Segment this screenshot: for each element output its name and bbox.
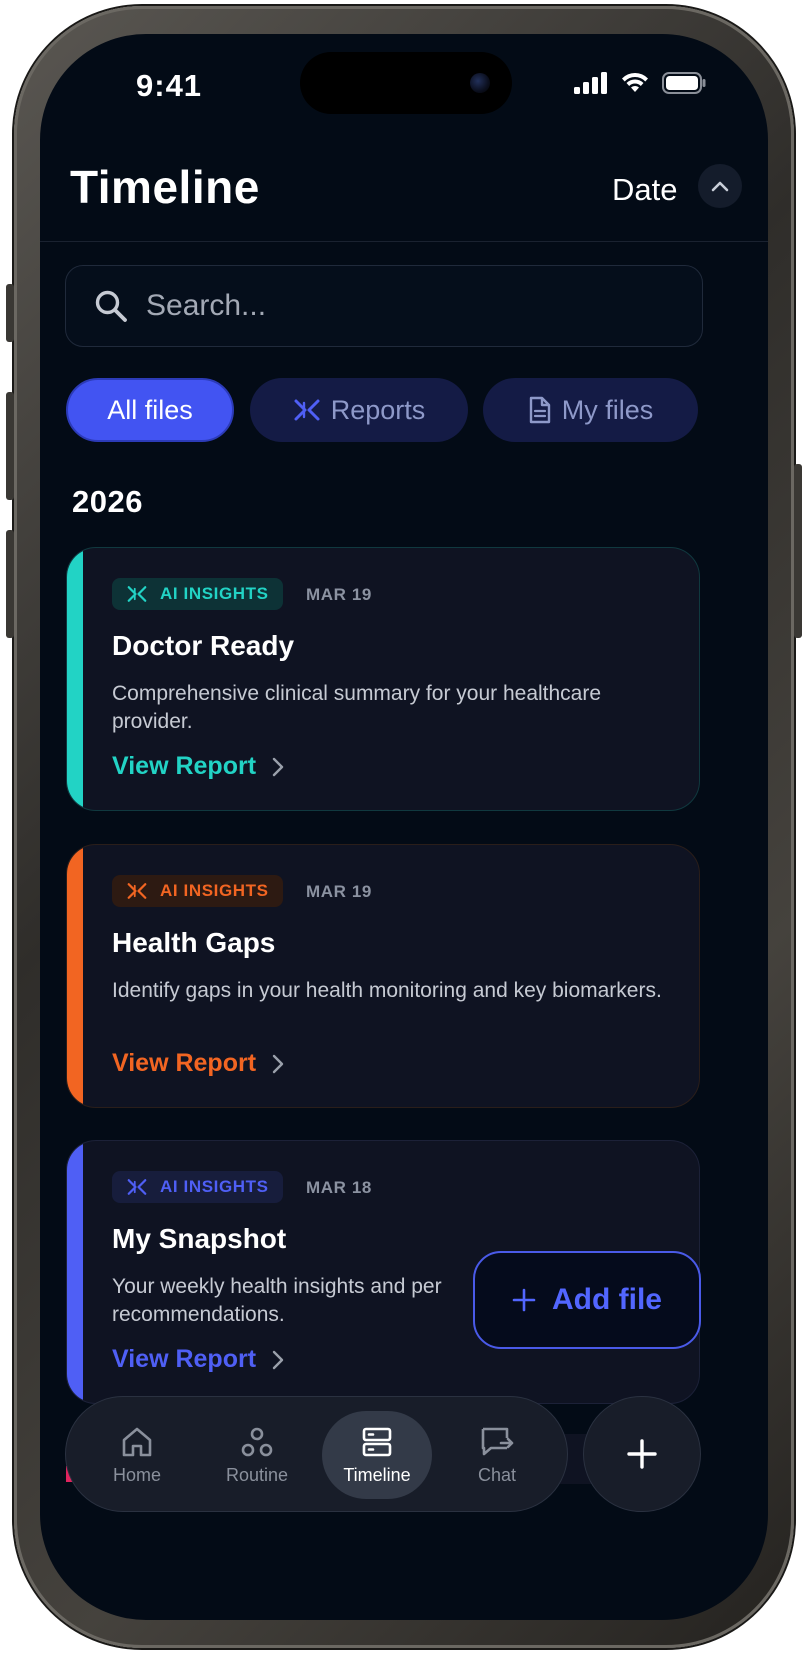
- floating-add-button[interactable]: [583, 1396, 701, 1512]
- tab-routine[interactable]: Routine: [201, 1397, 313, 1513]
- camera-icon: [470, 73, 490, 93]
- insights-icon: [294, 399, 320, 421]
- tab-bar: Home Routine Timeline Chat: [65, 1396, 568, 1512]
- card-accent: [67, 548, 83, 810]
- signal-icon: [574, 72, 607, 94]
- home-icon: [122, 1427, 152, 1456]
- view-report-link[interactable]: View Report: [112, 1345, 284, 1374]
- tab-timeline[interactable]: Timeline: [321, 1397, 433, 1513]
- battery-icon: [662, 72, 706, 94]
- report-card-health-gaps[interactable]: AI INSIGHTS MAR 19 Health Gaps Identify …: [66, 844, 700, 1108]
- card-title: My Snapshot: [112, 1223, 287, 1254]
- routine-icon: [241, 1427, 273, 1456]
- search-placeholder: Search...: [146, 289, 267, 322]
- tab-home[interactable]: Home: [81, 1397, 193, 1513]
- year-heading: 2026: [72, 484, 143, 519]
- plus-icon: [627, 1439, 657, 1469]
- status-time: 9:41: [136, 68, 203, 103]
- status-icons: [574, 72, 706, 94]
- card-date: MAR 19: [306, 585, 372, 604]
- tab-label: Chat: [477, 1464, 517, 1485]
- insights-icon: [127, 883, 147, 899]
- card-accent: [67, 845, 83, 1107]
- sort-toggle-button[interactable]: [698, 164, 742, 208]
- card-date: MAR 18: [306, 1178, 372, 1197]
- view-report-link[interactable]: View Report: [112, 752, 284, 781]
- badge-label: AI INSIGHTS: [160, 1177, 269, 1196]
- filter-label: Reports: [330, 394, 426, 425]
- timeline-icon: [362, 1427, 392, 1456]
- dynamic-island: [300, 52, 512, 114]
- document-icon: [529, 396, 550, 424]
- plus-icon: [512, 1288, 536, 1312]
- volume-down-button: [6, 530, 14, 638]
- card-title: Doctor Ready: [112, 630, 295, 661]
- link-label: View Report: [112, 1345, 257, 1373]
- ai-insights-badge: AI INSIGHTS: [112, 578, 283, 610]
- card-title: Health Gaps: [112, 927, 276, 958]
- card-date: MAR 19: [306, 882, 372, 901]
- wifi-icon: [622, 72, 648, 92]
- card-description: Identify gaps in your health monitoring …: [112, 979, 662, 1002]
- action-button: [6, 284, 14, 342]
- badge-label: AI INSIGHTS: [160, 584, 269, 603]
- chevron-right-icon: [272, 757, 284, 776]
- tab-label: Timeline: [343, 1464, 411, 1485]
- chevron-right-icon: [272, 1350, 284, 1369]
- view-report-link[interactable]: View Report: [112, 1049, 284, 1078]
- screen: 9:41 Timeline Date Search... All files R…: [40, 34, 768, 1620]
- search-icon: [94, 289, 128, 323]
- page-title: Timeline: [70, 161, 260, 213]
- card-description: Comprehensive clinical summary for your …: [112, 682, 602, 733]
- tab-chat[interactable]: Chat: [441, 1397, 553, 1513]
- volume-up-button: [6, 392, 14, 500]
- filter-my-files[interactable]: My files: [483, 378, 698, 442]
- report-card-doctor-ready[interactable]: AI INSIGHTS MAR 19 Doctor Ready Comprehe…: [66, 547, 700, 811]
- chat-icon: [481, 1427, 514, 1455]
- filter-label: My files: [561, 394, 654, 425]
- header-divider: [40, 241, 768, 242]
- filter-label: All files: [107, 394, 193, 425]
- insights-icon: [127, 1179, 147, 1195]
- power-button: [794, 464, 802, 638]
- filter-reports[interactable]: Reports: [250, 378, 468, 442]
- sort-label[interactable]: Date: [612, 172, 677, 208]
- link-label: View Report: [112, 752, 257, 780]
- tab-label: Home: [112, 1464, 161, 1485]
- card-accent: [67, 1141, 83, 1403]
- ai-insights-badge: AI INSIGHTS: [112, 875, 283, 907]
- tab-label: Routine: [225, 1464, 289, 1485]
- add-file-button[interactable]: Add file: [473, 1251, 701, 1349]
- filter-all-files[interactable]: All files: [66, 378, 234, 442]
- search-input[interactable]: Search...: [65, 265, 703, 347]
- badge-label: AI INSIGHTS: [160, 881, 269, 900]
- insights-icon: [127, 586, 147, 602]
- chevron-right-icon: [272, 1054, 284, 1073]
- ai-insights-badge: AI INSIGHTS: [112, 1171, 283, 1203]
- link-label: View Report: [112, 1049, 257, 1077]
- add-file-label: Add file: [552, 1283, 662, 1316]
- chevron-up-icon: [711, 181, 729, 192]
